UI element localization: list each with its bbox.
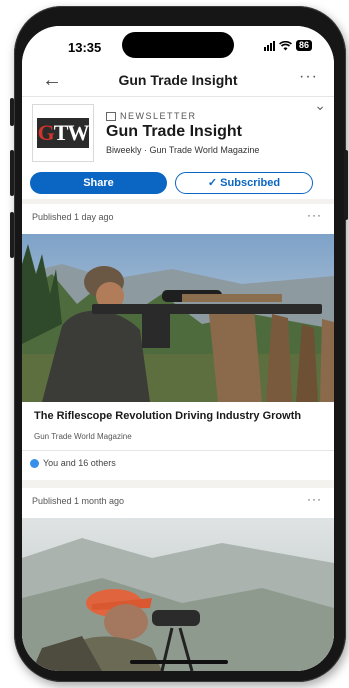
logo-badge: GTW xyxy=(37,118,89,148)
article-title[interactable]: The Riflescope Revolution Driving Indust… xyxy=(34,410,301,422)
battery-icon: 86 xyxy=(295,40,312,51)
home-indicator xyxy=(130,660,228,664)
more-options-icon[interactable]: ··· xyxy=(299,68,318,86)
status-icons: 86 xyxy=(263,40,312,51)
share-button[interactable]: Share xyxy=(30,172,167,194)
article-source: Gun Trade World Magazine xyxy=(34,432,132,441)
phone-screen: 13:35 86 ← Gun Trade Insight ··· GTW ⌄ N… xyxy=(22,26,334,671)
article-image[interactable] xyxy=(22,518,334,671)
newsletter-kicker-label: NEWSLETTER xyxy=(120,111,197,121)
newsletter-logo: GTW xyxy=(32,104,94,162)
published-date: Published 1 day ago xyxy=(32,212,114,222)
newsletter-subtitle: Biweekly · Gun Trade World Magazine xyxy=(106,145,260,155)
published-date: Published 1 month ago xyxy=(32,496,125,506)
post-more-icon[interactable]: ··· xyxy=(307,492,322,506)
status-bar: 13:35 86 xyxy=(22,26,334,66)
phone-side-button xyxy=(10,98,14,126)
dynamic-island xyxy=(122,32,234,58)
phone-side-button xyxy=(10,150,14,196)
page-title: Gun Trade Insight xyxy=(118,72,238,88)
signal-icon xyxy=(263,40,275,51)
chevron-down-icon[interactable]: ⌄ xyxy=(314,97,326,114)
subscribed-button[interactable]: ✓ Subscribed xyxy=(175,172,313,194)
reactions-summary[interactable]: You and 16 others xyxy=(30,458,116,468)
logo-letter-g: G xyxy=(37,120,55,145)
phone-side-button xyxy=(10,212,14,258)
phone-side-button xyxy=(344,150,348,220)
logo-letters-tw: TW xyxy=(53,120,90,145)
post-more-icon[interactable]: ··· xyxy=(307,208,322,222)
divider xyxy=(22,450,334,451)
reactions-text: You and 16 others xyxy=(43,458,116,468)
logo-text: GTW xyxy=(37,120,90,146)
wifi-icon xyxy=(279,40,292,50)
like-icon xyxy=(30,458,39,468)
app-header: ← Gun Trade Insight ··· xyxy=(22,66,334,97)
article-image[interactable] xyxy=(22,234,334,402)
newsletter-kicker: NEWSLETTER xyxy=(106,111,197,121)
article-card[interactable]: Published 1 month ago ··· xyxy=(22,488,334,671)
newsletter-title[interactable]: Gun Trade Insight xyxy=(106,123,242,141)
status-time: 13:35 xyxy=(68,40,102,55)
article-card[interactable]: Published 1 day ago ··· The Riflescope R… xyxy=(22,204,334,480)
newsletter-card: GTW ⌄ NEWSLETTER Gun Trade Insight Biwee… xyxy=(22,97,334,199)
newsletter-icon xyxy=(106,111,116,121)
